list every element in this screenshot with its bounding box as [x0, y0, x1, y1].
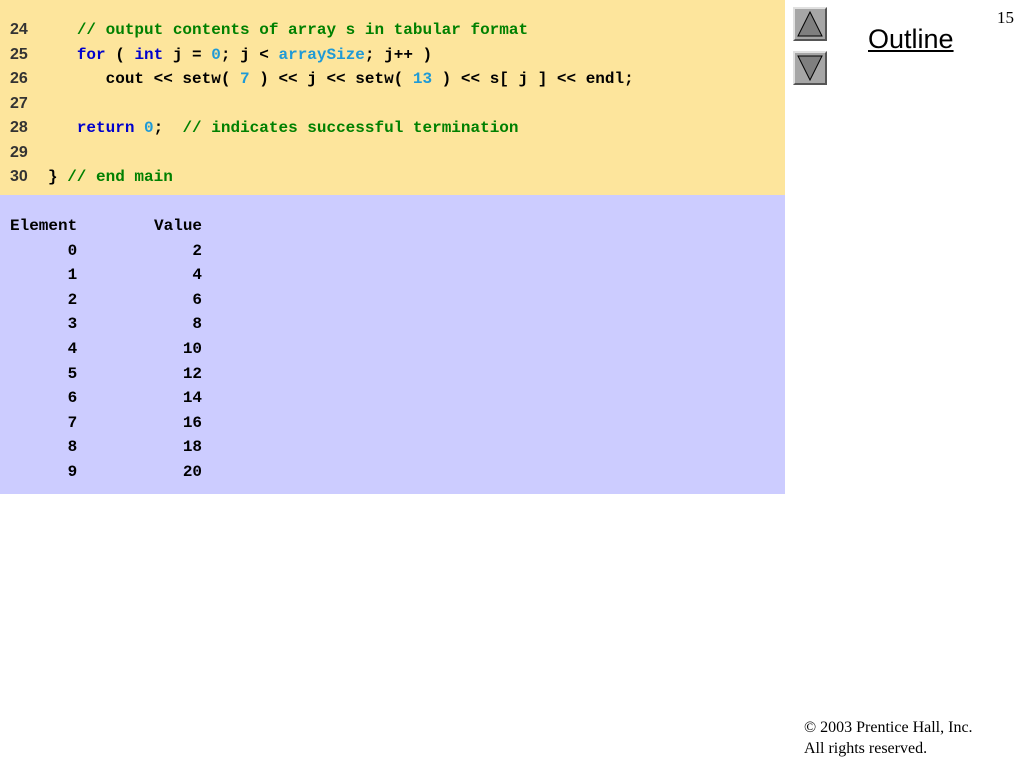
previous-slide-button[interactable] — [793, 7, 827, 41]
next-slide-button[interactable] — [793, 51, 827, 85]
output-header-row: Element Value — [10, 217, 203, 235]
code-token-plain: ; j++ ) — [364, 45, 433, 64]
code-token-number: 0 — [144, 119, 154, 137]
output-row: 2 6 — [10, 290, 203, 309]
line-number: 26 — [10, 70, 28, 87]
output-row: 5 12 — [10, 364, 203, 383]
copyright-line: © 2003 Prentice Hall, Inc. — [804, 719, 973, 736]
code-token-ident: arraySize — [278, 45, 365, 64]
line-number: 27 — [10, 94, 28, 112]
output-row: 7 16 — [10, 413, 203, 432]
up-triangle-icon — [797, 10, 823, 37]
code-token-plain: j = — [163, 45, 212, 64]
line-number: 25 — [10, 45, 28, 63]
line-code: cout << setw( 7 ) << j << setw( 13 ) << … — [48, 67, 634, 91]
code-token-comment: // output contents of array s in tabular… — [76, 21, 529, 39]
line-number: 24 — [10, 21, 28, 38]
line-number: 29 — [10, 143, 28, 161]
output-row: 8 18 — [10, 438, 203, 457]
page-number: 15 — [997, 8, 1014, 27]
line-number: 28 — [10, 119, 28, 136]
output-row: 0 2 — [10, 241, 203, 260]
code-token-number: 13 — [412, 70, 433, 88]
line-code: // output contents of array s in tabular… — [48, 18, 528, 42]
line-number: 30 — [10, 168, 28, 185]
code-token-plain: ; j < — [220, 45, 279, 64]
code-token-number: 0 — [211, 45, 221, 64]
outline-link[interactable]: Outline — [868, 24, 954, 55]
output-row: 1 4 — [10, 266, 203, 285]
output-row: 3 8 — [10, 315, 203, 334]
output-row: 4 10 — [10, 340, 203, 358]
code-token-comment: // indicates successful termination — [182, 119, 519, 137]
down-triangle-icon — [797, 55, 823, 82]
slide: 15 Outline © 2003 Prentice Hall, Inc. Al… — [0, 0, 1024, 768]
rights-line: All rights reserved. — [804, 740, 928, 757]
code-token-keyword: return — [76, 119, 135, 137]
code-token-keyword: for — [76, 45, 106, 64]
line-code: for ( int j = 0; j < arraySize; j++ ) — [48, 43, 432, 67]
code-token-plain: ; — [153, 119, 183, 137]
code-token-keyword: int — [134, 45, 164, 64]
output-row: 9 20 — [10, 463, 203, 481]
code-token-plain: } — [48, 168, 68, 186]
line-code: return 0; // indicates successful termin… — [48, 116, 519, 140]
code-token-plain: ) << j << setw( — [249, 70, 413, 88]
code-token-plain: ) << s[ j ] << endl; — [432, 70, 634, 88]
output-row: 6 14 — [10, 389, 203, 408]
copyright-notice: © 2003 Prentice Hall, Inc. All rights re… — [804, 717, 973, 759]
code-token-comment: // end main — [67, 168, 173, 186]
code-token-plain: ( — [105, 45, 135, 64]
code-token-plain: cout << setw( — [48, 70, 241, 88]
code-token-number: 7 — [240, 70, 250, 88]
line-code: } // end main — [48, 165, 173, 189]
